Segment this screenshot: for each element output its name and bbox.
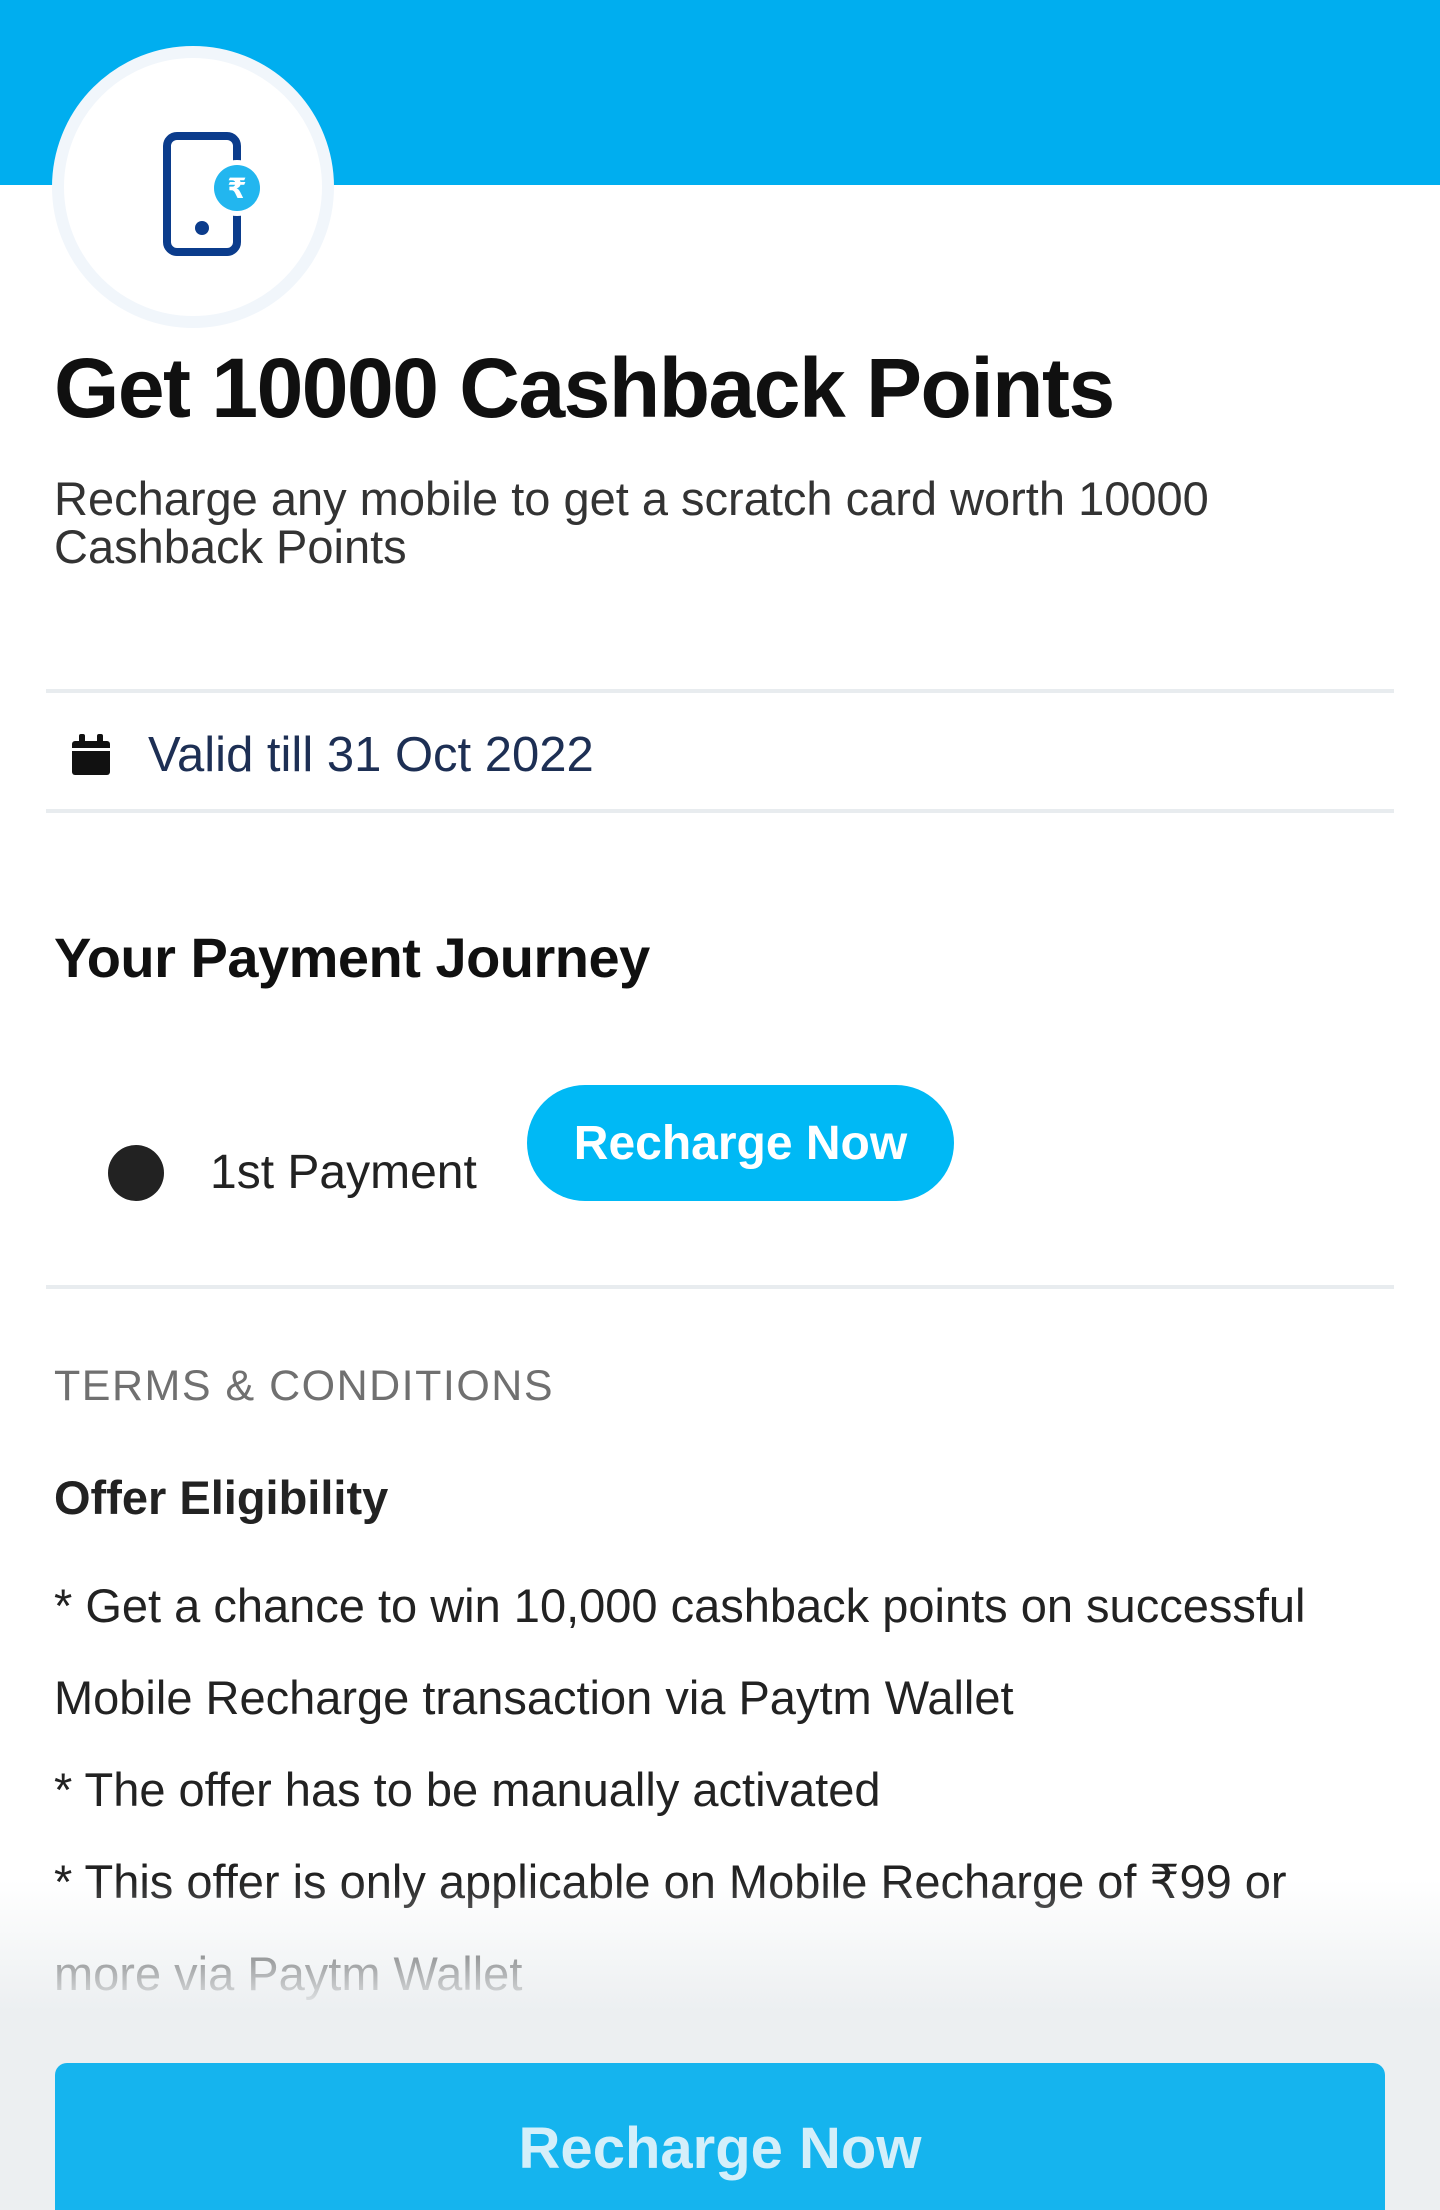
eligibility-heading: Offer Eligibility — [54, 1471, 389, 1524]
terms-item: * Get a chance to win 10,000 cashback po… — [54, 1579, 1306, 1724]
divider-journey — [46, 1285, 1394, 1289]
validity-text: Valid till 31 Oct 2022 — [148, 728, 594, 782]
divider-top — [46, 689, 1394, 693]
divider-validity — [46, 809, 1394, 813]
validity-row: Valid till 31 Oct 2022 — [70, 720, 594, 790]
recharge-now-step-button[interactable]: Recharge Now — [527, 1085, 954, 1201]
offer-icon-badge: ₹ — [52, 46, 334, 328]
calendar-icon — [72, 734, 110, 775]
step-indicator-dot — [108, 1145, 164, 1201]
svg-text:₹: ₹ — [227, 172, 246, 205]
terms-heading: TERMS & CONDITIONS — [54, 1362, 555, 1410]
offer-title: Get 10000 Cashback Points — [54, 341, 1115, 435]
step-label: 1st Payment — [210, 1146, 477, 1199]
offer-subtitle: Recharge any mobile to get a scratch car… — [54, 472, 1209, 573]
mobile-rupee-icon: ₹ — [163, 132, 265, 256]
journey-title: Your Payment Journey — [54, 926, 650, 989]
recharge-now-button[interactable]: Recharge Now — [55, 2063, 1385, 2210]
terms-item: * The offer has to be manually activated — [54, 1763, 881, 1816]
